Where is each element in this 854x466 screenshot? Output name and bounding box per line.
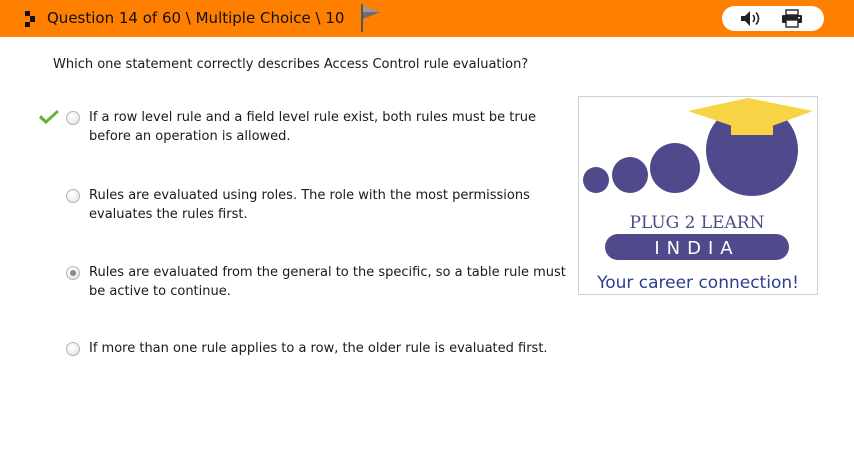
option-text: Rules are evaluated using roles. The rol… — [89, 188, 530, 222]
flag-icon[interactable] — [360, 3, 382, 33]
svg-text:Your career connection!: Your career connection! — [596, 273, 799, 293]
answer-option-3[interactable]: Rules are evaluated from the general to … — [30, 263, 570, 303]
logo-tagline-text: Your career connection! — [596, 273, 799, 293]
question-header-bar: Question 14 of 60 \ Multiple Choice \ 10 — [0, 0, 854, 37]
option-text: If more than one rule applies to a row, … — [89, 341, 548, 356]
logo-brand-text: PLUG 2 LEARN — [630, 213, 765, 233]
option-text: If a row level rule and a field level ru… — [89, 110, 536, 144]
speaker-icon[interactable] — [739, 9, 763, 28]
arrow-marker-icon — [25, 11, 35, 27]
radio-button-selected[interactable] — [66, 266, 80, 280]
answer-option-2[interactable]: Rules are evaluated using roles. The rol… — [30, 186, 570, 226]
question-counter-label: Question 14 of 60 \ Multiple Choice \ 10 — [47, 9, 345, 27]
correct-checkmark-icon — [39, 110, 59, 124]
media-tools-pill — [722, 6, 824, 31]
plug2learn-logo: PLUG 2 LEARN INDIA Your career connectio… — [578, 96, 818, 295]
question-text: Which one statement correctly describes … — [53, 57, 529, 72]
radio-selected-dot — [70, 270, 76, 276]
logo-country-text: INDIA — [654, 238, 739, 259]
logo-graphic: PLUG 2 LEARN INDIA Your career connectio… — [583, 98, 813, 293]
printer-icon[interactable] — [780, 9, 804, 28]
answer-option-1[interactable]: If a row level rule and a field level ru… — [30, 108, 570, 148]
radio-button[interactable] — [66, 111, 80, 125]
svg-text:INDIA: INDIA — [654, 238, 739, 259]
answer-option-4[interactable]: If more than one rule applies to a row, … — [30, 339, 570, 361]
svg-text:PLUG 2 LEARN: PLUG 2 LEARN — [630, 213, 765, 233]
radio-button[interactable] — [66, 189, 80, 203]
option-text: Rules are evaluated from the general to … — [89, 265, 566, 299]
radio-button[interactable] — [66, 342, 80, 356]
